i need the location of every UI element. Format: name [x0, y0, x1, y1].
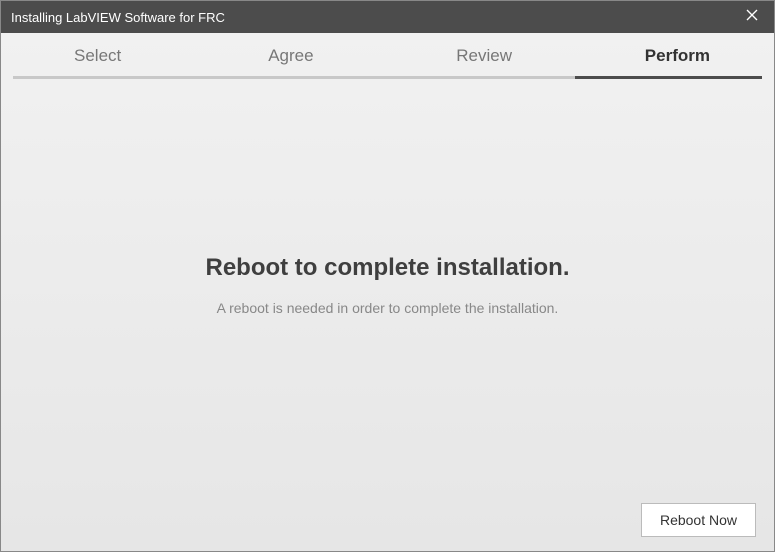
step-tabs: Select Agree Review Perform — [1, 33, 774, 76]
install-heading: Reboot to complete installation. — [205, 254, 569, 282]
main-message: Reboot to complete installation. A reboo… — [1, 79, 774, 551]
tab-review: Review — [388, 33, 581, 76]
tab-agree: Agree — [194, 33, 387, 76]
close-button[interactable] — [730, 1, 774, 33]
tab-perform: Perform — [581, 33, 774, 76]
close-icon — [746, 8, 758, 26]
title-bar: Installing LabVIEW Software for FRC — [1, 1, 774, 33]
tab-select: Select — [1, 33, 194, 76]
reboot-now-button[interactable]: Reboot Now — [641, 503, 756, 537]
content-area: Select Agree Review Perform Reboot to co… — [1, 33, 774, 551]
installer-window: Installing LabVIEW Software for FRC Sele… — [0, 0, 775, 552]
install-subtext: A reboot is needed in order to complete … — [217, 300, 559, 316]
window-title: Installing LabVIEW Software for FRC — [11, 10, 225, 25]
footer: Reboot Now — [641, 503, 756, 537]
